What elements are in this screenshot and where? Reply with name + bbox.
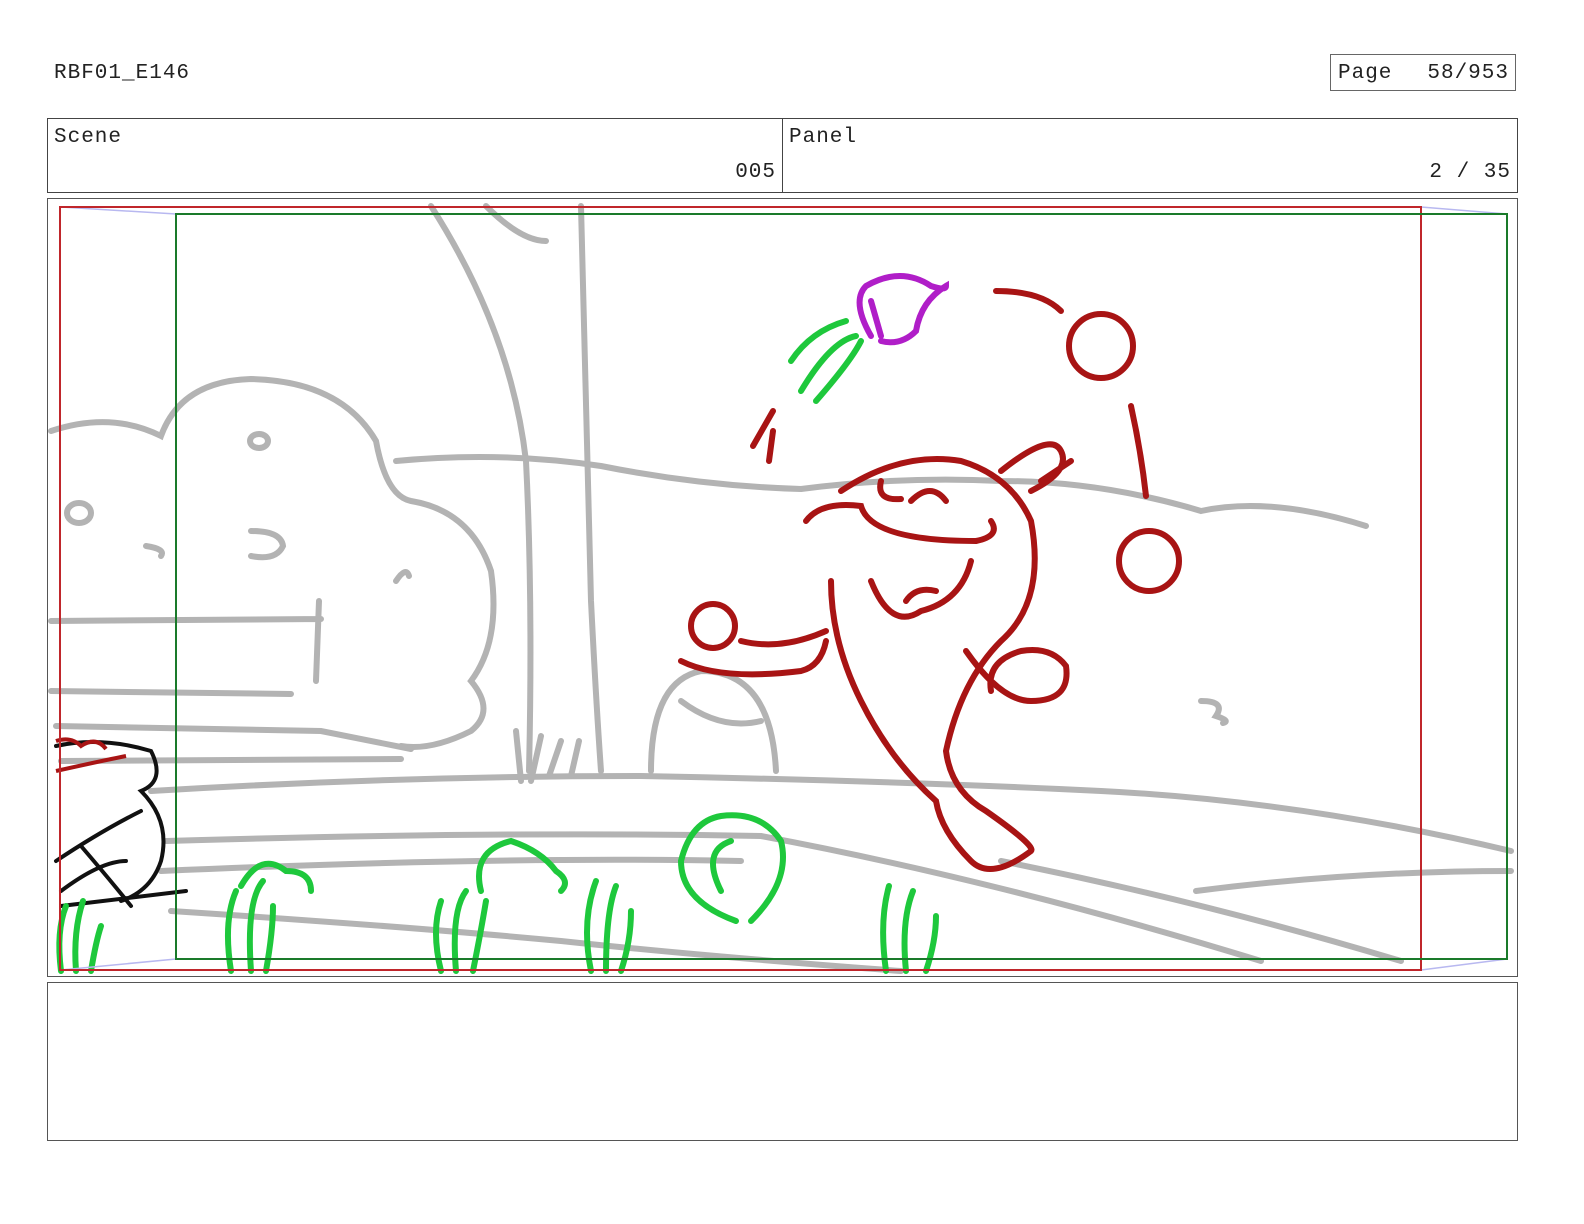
scene-value: 005 [735, 161, 776, 184]
safe-frame [59, 206, 1422, 971]
storyboard-panel [47, 198, 1518, 977]
page-indicator: Page 58/953 [1330, 54, 1516, 91]
info-row: Scene 005 Panel 2 / 35 [47, 118, 1518, 193]
page-label: Page [1338, 62, 1393, 85]
page-value: 58/953 [1427, 62, 1509, 85]
foliage-sketch [56, 318, 939, 974]
panel-label: Panel [789, 126, 858, 149]
notes-box [47, 982, 1518, 1141]
panel-value: 2 / 35 [1429, 161, 1511, 184]
panel-cell: Panel 2 / 35 [783, 119, 1517, 192]
scene-label: Scene [54, 126, 123, 149]
sketch-drawing [48, 203, 1514, 974]
camera-frame [175, 213, 1508, 960]
production-code: RBF01_E146 [54, 62, 191, 85]
scene-cell: Scene 005 [48, 119, 783, 192]
accent-sketch [856, 273, 950, 346]
